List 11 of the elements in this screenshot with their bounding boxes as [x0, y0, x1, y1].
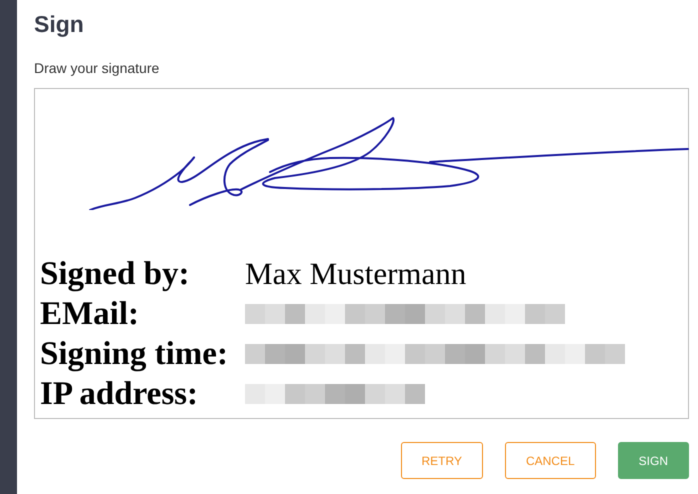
signature-pad[interactable]: Signed by: Max Mustermann EMail: Signing time: IP address: [34, 88, 689, 419]
field-label: Signing time: [40, 336, 229, 372]
field-value: Max Mustermann [245, 256, 466, 292]
field-label: IP address: [40, 376, 200, 412]
action-button[interactable]: SIGN [618, 442, 689, 479]
action-button[interactable]: RETRY [400, 442, 483, 479]
field-label: EMail: [40, 296, 140, 332]
dialog-title: Sign [34, 10, 85, 38]
action-button[interactable]: CANCEL [504, 442, 596, 479]
field-label: Signed by: [40, 256, 190, 292]
instruction-text: Draw your signature [34, 59, 160, 77]
